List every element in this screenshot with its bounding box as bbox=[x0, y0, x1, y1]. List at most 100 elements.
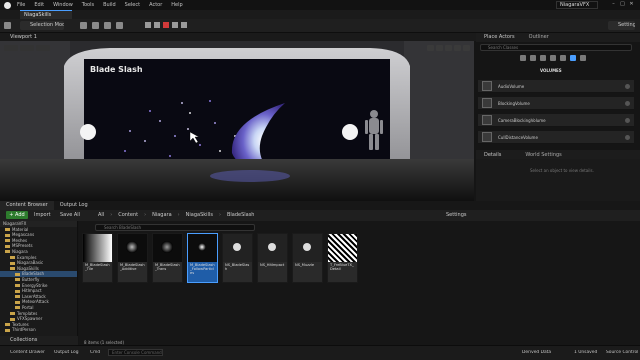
scale-icon[interactable] bbox=[445, 44, 452, 51]
asset-tile-selected[interactable]: M_BladeSlash_FollowParticles bbox=[187, 233, 218, 283]
actor-blocking-volume[interactable]: BlockingVolume bbox=[478, 97, 634, 110]
asset-tile[interactable]: T_FreBlueTX_Detail bbox=[327, 233, 358, 283]
place-actors-search[interactable]: Search Classes bbox=[480, 44, 632, 51]
unsaved-button[interactable]: 1 Unsaved bbox=[574, 350, 597, 355]
asset-tile[interactable]: NS_HitImpact bbox=[257, 233, 288, 283]
unreal-logo-icon[interactable] bbox=[4, 1, 11, 9]
help-icon[interactable] bbox=[625, 83, 630, 89]
details-tab[interactable]: Details bbox=[484, 152, 501, 158]
translate-icon[interactable] bbox=[427, 44, 434, 51]
category-heading: VOLUMES bbox=[540, 68, 562, 73]
cmd-dropdown[interactable]: Cmd bbox=[90, 350, 100, 355]
menu-file[interactable]: File bbox=[17, 2, 25, 8]
add-actor-icon[interactable] bbox=[92, 22, 99, 29]
camera-speed-icon[interactable] bbox=[463, 44, 470, 51]
breadcrumb-niagara[interactable]: Niagara bbox=[152, 212, 172, 218]
tree-folder-label: EnergyStrike bbox=[22, 282, 48, 288]
asset-tile[interactable]: M_BladeSlash_Trans bbox=[152, 233, 183, 283]
place-actors-tab[interactable]: Place Actors bbox=[484, 33, 515, 42]
breadcrumb-niagaskills[interactable]: NiagaSkills bbox=[186, 212, 213, 218]
derived-data-button[interactable]: Derived Data bbox=[522, 350, 551, 355]
close-icon[interactable]: ✕ bbox=[627, 1, 636, 7]
menu-tools[interactable]: Tools bbox=[82, 2, 94, 8]
asset-tile[interactable]: M_BladeSlash_Additive bbox=[117, 233, 148, 283]
content-browser-settings[interactable]: Settings bbox=[446, 211, 467, 219]
asset-thumbnail bbox=[83, 234, 112, 262]
level-tab[interactable]: NiagaSkills bbox=[20, 10, 72, 19]
console-command-input[interactable]: Enter Console Command bbox=[108, 349, 163, 356]
folder-icon bbox=[15, 278, 20, 282]
place-categories bbox=[520, 55, 590, 61]
shapes-icon[interactable] bbox=[550, 55, 556, 61]
settings-button[interactable]: Settings bbox=[608, 21, 635, 30]
help-icon[interactable] bbox=[625, 117, 630, 123]
folder-icon bbox=[15, 289, 20, 293]
folder-icon bbox=[5, 250, 10, 254]
save-icon[interactable] bbox=[4, 22, 11, 29]
asset-tile[interactable]: M_BladeSlash_Tile bbox=[82, 233, 113, 283]
world-settings-tab[interactable]: World Settings bbox=[525, 152, 561, 158]
recent-icon[interactable] bbox=[520, 55, 526, 61]
perspective-button[interactable] bbox=[4, 44, 18, 51]
asset-search-input[interactable]: Search BladeSlash bbox=[95, 224, 255, 231]
save-all-button[interactable]: Save All bbox=[60, 211, 80, 219]
all-classes-icon[interactable] bbox=[580, 55, 586, 61]
lights-icon[interactable] bbox=[540, 55, 546, 61]
volumes-icon[interactable] bbox=[570, 55, 576, 61]
add-button[interactable]: + Add bbox=[6, 211, 28, 219]
tree-folder-label: Portal bbox=[22, 304, 34, 310]
grid-snap-icon[interactable] bbox=[454, 44, 461, 51]
menu-edit[interactable]: Edit bbox=[34, 2, 44, 8]
actor-camera-blocking-volume[interactable]: CameraBlockingVolume bbox=[478, 114, 634, 127]
menu-window[interactable]: Window bbox=[53, 2, 73, 8]
source-control-button[interactable]: Source Control bbox=[606, 350, 638, 355]
tree-folder-label: Templates bbox=[17, 310, 38, 316]
modes-icon[interactable] bbox=[80, 22, 87, 29]
rotate-icon[interactable] bbox=[436, 44, 443, 51]
asset-thumbnail bbox=[328, 234, 357, 262]
outliner-tab[interactable]: Outliner bbox=[529, 33, 549, 42]
actor-cull-distance-volume[interactable]: CullDistanceVolume bbox=[478, 131, 634, 144]
folder-icon bbox=[15, 306, 20, 310]
menu-select[interactable]: Select bbox=[125, 2, 140, 8]
pause-icon[interactable] bbox=[145, 22, 151, 28]
collections-header[interactable]: Collections bbox=[0, 336, 78, 345]
help-icon[interactable] bbox=[625, 100, 630, 106]
asset-name: M_BladeSlash_Trans bbox=[155, 263, 180, 272]
show-button[interactable] bbox=[36, 44, 50, 51]
more-icon[interactable] bbox=[181, 22, 187, 28]
breadcrumb-all[interactable]: All bbox=[98, 212, 104, 218]
help-icon[interactable] bbox=[625, 134, 630, 140]
tree-folder[interactable]: ThirdPerson bbox=[0, 327, 77, 333]
menu-build[interactable]: Build bbox=[103, 2, 116, 8]
folder-icon bbox=[15, 300, 20, 304]
actor-audio-volume[interactable]: AudioVolume bbox=[478, 80, 634, 93]
import-button[interactable]: Import bbox=[34, 211, 51, 219]
visual-effects-icon[interactable] bbox=[560, 55, 566, 61]
menu-help[interactable]: Help bbox=[171, 2, 182, 8]
content-drawer-button[interactable]: Content Drawer bbox=[10, 350, 45, 355]
basic-icon[interactable] bbox=[530, 55, 536, 61]
selection-mode-dropdown[interactable]: Selection Mode bbox=[20, 21, 64, 30]
folder-icon bbox=[10, 267, 15, 271]
content-browser-tab[interactable]: Content Browser bbox=[0, 201, 54, 210]
lit-button[interactable] bbox=[20, 44, 34, 51]
viewport-tab[interactable]: Viewport 1 bbox=[10, 33, 37, 41]
breadcrumb-bladeslash[interactable]: BladeSlash bbox=[227, 212, 255, 218]
breadcrumb-content[interactable]: Content bbox=[118, 212, 138, 218]
project-name: NiagaraVFX bbox=[556, 1, 598, 9]
cinematics-icon[interactable] bbox=[116, 22, 123, 29]
asset-tile[interactable]: NS_BladeSlash bbox=[222, 233, 253, 283]
maximize-icon[interactable]: □ bbox=[618, 1, 627, 7]
asset-thumbnail bbox=[118, 234, 147, 262]
output-log-tab[interactable]: Output Log bbox=[54, 201, 94, 210]
stop-icon[interactable] bbox=[163, 22, 169, 28]
output-log-button[interactable]: Output Log bbox=[54, 350, 79, 355]
minimize-icon[interactable]: – bbox=[609, 1, 618, 7]
menu-actor[interactable]: Actor bbox=[149, 2, 162, 8]
level-viewport[interactable]: Blade Slash bbox=[0, 41, 474, 201]
step-icon[interactable] bbox=[154, 22, 160, 28]
blueprint-icon[interactable] bbox=[104, 22, 111, 29]
eject-icon[interactable] bbox=[172, 22, 178, 28]
asset-tile[interactable]: NS_Muzzle bbox=[292, 233, 323, 283]
